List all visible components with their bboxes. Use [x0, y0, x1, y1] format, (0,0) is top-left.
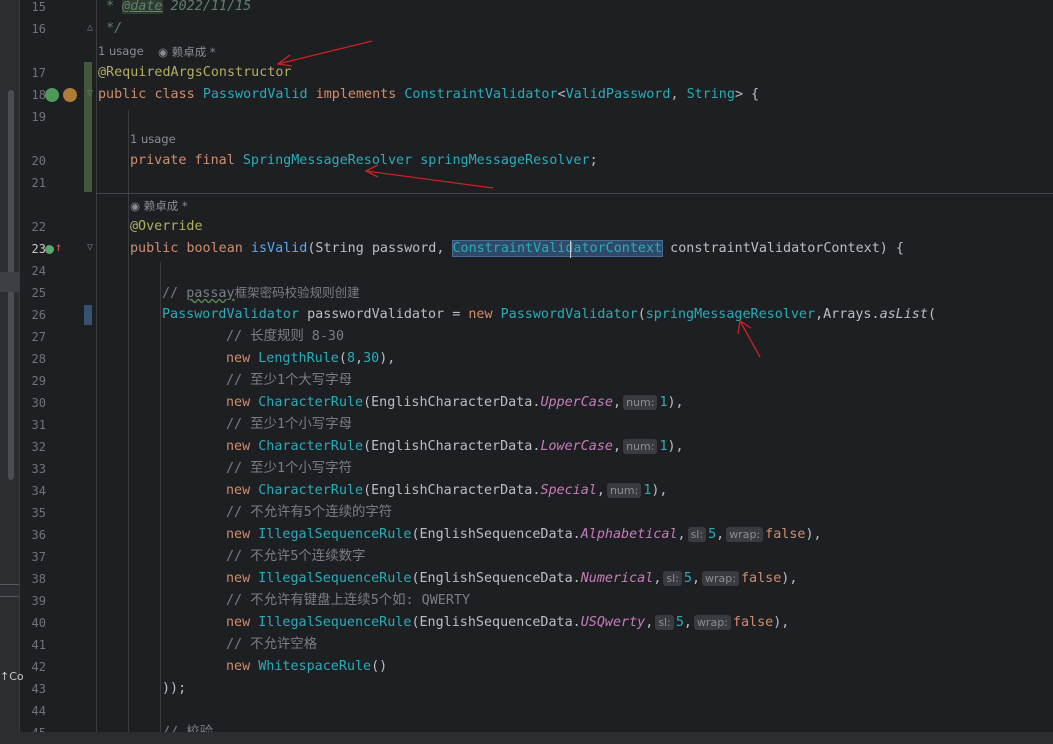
- line-number[interactable]: 25: [20, 286, 46, 300]
- code-line-38[interactable]: new IllegalSequenceRule(EnglishSequenceD…: [226, 570, 797, 588]
- parameter-hint: sl:: [687, 527, 707, 542]
- code-line-15[interactable]: * @date 2022/11/15: [98, 0, 251, 16]
- code-line-35[interactable]: // 不允许有5个连续的字符: [226, 504, 392, 522]
- usage-hint[interactable]: 1 usage: [130, 132, 176, 146]
- parameter-hint: wrap:: [702, 571, 739, 586]
- line-number[interactable]: 43: [20, 682, 46, 696]
- code-editor[interactable]: ↑Co 15 16 17 18 19 20 21 22 23 24 25 26 27 28 29 30 31 32…: [0, 0, 1053, 744]
- line-number[interactable]: 20: [20, 154, 46, 168]
- left-strip-highlight: [0, 272, 19, 292]
- person-icon: ◉: [158, 45, 172, 59]
- parameter-hint: wrap:: [693, 615, 731, 630]
- line-number[interactable]: 18: [20, 88, 46, 102]
- line-number[interactable]: 32: [20, 440, 46, 454]
- line-number[interactable]: 31: [20, 418, 46, 432]
- line-number[interactable]: 23: [20, 242, 46, 256]
- code-line-29[interactable]: // 至少1个大写字母: [226, 372, 352, 390]
- fold-icon[interactable]: ▽: [87, 88, 93, 99]
- line-number[interactable]: 36: [20, 528, 46, 542]
- line-number[interactable]: 41: [20, 638, 46, 652]
- code-line-43[interactable]: ));: [162, 680, 186, 698]
- code-line-40[interactable]: new IllegalSequenceRule(EnglishSequenceD…: [226, 614, 789, 632]
- method-separator: [96, 193, 1053, 194]
- code-line-31[interactable]: // 至少1个小写字母: [226, 416, 352, 434]
- line-number[interactable]: 15: [20, 0, 46, 14]
- implement-icon[interactable]: [63, 88, 77, 102]
- line-number[interactable]: 26: [20, 308, 46, 322]
- line-number[interactable]: 44: [20, 704, 46, 718]
- line-number[interactable]: 37: [20, 550, 46, 564]
- annotation-overlay: [276, 40, 761, 358]
- line-number[interactable]: 33: [20, 462, 46, 476]
- parameter-hint: num:: [606, 483, 642, 498]
- code-line-26[interactable]: PasswordValidator passwordValidator = ne…: [162, 306, 936, 324]
- line-number[interactable]: 28: [20, 352, 46, 366]
- line-number[interactable]: 19: [20, 110, 46, 124]
- person-icon: ◉: [130, 199, 144, 213]
- strip-divider: [0, 584, 19, 585]
- strip-divider: [0, 596, 19, 597]
- author-hint[interactable]: ◉ 赖卓成 *: [130, 198, 188, 214]
- code-line-32[interactable]: new CharacterRule(EnglishCharacterData.L…: [226, 438, 684, 456]
- code-line-34[interactable]: new CharacterRule(EnglishCharacterData.S…: [226, 482, 668, 500]
- parameter-hint: wrap:: [726, 527, 764, 542]
- code-line-42[interactable]: new WhitespaceRule(): [226, 658, 387, 676]
- line-number[interactable]: 24: [20, 264, 46, 278]
- code-line-20[interactable]: private final SpringMessageResolver spri…: [130, 152, 598, 170]
- line-number[interactable]: 22: [20, 220, 46, 234]
- indent-guide: [128, 110, 129, 744]
- line-number[interactable]: 38: [20, 572, 46, 586]
- line-number[interactable]: 39: [20, 594, 46, 608]
- override-icon[interactable]: [45, 245, 54, 254]
- line-number[interactable]: 35: [20, 506, 46, 520]
- indent-guide: [96, 0, 97, 744]
- line-number[interactable]: 21: [20, 176, 46, 190]
- code-line-23[interactable]: public boolean isValid(String password, …: [130, 240, 904, 258]
- line-number[interactable]: 30: [20, 396, 46, 410]
- parameter-hint: num:: [623, 395, 658, 410]
- code-line-33[interactable]: // 至少1个小写字符: [226, 460, 352, 478]
- indent-guide: [160, 262, 161, 744]
- code-line-18[interactable]: public class PasswordValid implements Co…: [98, 86, 759, 104]
- usage-hint[interactable]: 1 usage: [98, 44, 144, 58]
- code-line-41[interactable]: // 不允许空格: [226, 636, 317, 654]
- code-line-28[interactable]: new LengthRule(8,30),: [226, 350, 395, 368]
- line-number[interactable]: 40: [20, 616, 46, 630]
- parameter-hint: num:: [623, 439, 658, 454]
- annotation-arrow-1: [276, 40, 373, 67]
- fold-icon[interactable]: ▽: [87, 242, 93, 253]
- parameter-hint: sl:: [663, 571, 682, 586]
- line-number[interactable]: 29: [20, 374, 46, 388]
- code-line-36[interactable]: new IllegalSequenceRule(EnglishSequenceD…: [226, 526, 822, 544]
- code-line-27[interactable]: // 长度规则 8-30: [226, 328, 344, 346]
- code-line-16[interactable]: */: [98, 20, 122, 38]
- line-number[interactable]: 17: [20, 66, 46, 80]
- override-arrow-icon[interactable]: ↑: [55, 240, 62, 254]
- vcs-modified-marker: [84, 305, 92, 325]
- vcs-change-marker: [84, 62, 92, 192]
- parameter-hint: sl:: [655, 615, 674, 630]
- code-line-39[interactable]: // 不允许有键盘上连续5个如: QWERTY: [226, 592, 470, 610]
- line-number[interactable]: 42: [20, 660, 46, 674]
- annotation-arrow-3: [737, 319, 761, 358]
- author-hint[interactable]: ◉ 赖卓成 *: [158, 44, 216, 60]
- code-line-37[interactable]: // 不允许5个连续数字: [226, 548, 365, 566]
- line-number[interactable]: 27: [20, 330, 46, 344]
- code-line-22[interactable]: @Override: [130, 218, 203, 236]
- line-number[interactable]: 34: [20, 484, 46, 498]
- code-line-25[interactable]: // passay框架密码校验规则创建: [162, 284, 360, 303]
- bean-icon[interactable]: [45, 88, 59, 102]
- highlighted-type: ConstraintValidatorContext: [451, 240, 664, 257]
- fold-icon[interactable]: △: [87, 22, 93, 33]
- bottom-scrollbar-area: [0, 732, 1053, 744]
- code-line-30[interactable]: new CharacterRule(EnglishCharacterData.U…: [226, 394, 684, 412]
- code-line-17[interactable]: @RequiredArgsConstructor: [98, 64, 291, 82]
- text-caret: [570, 241, 571, 258]
- line-number[interactable]: 16: [20, 22, 46, 36]
- left-tool-strip: ↑Co: [0, 0, 24, 744]
